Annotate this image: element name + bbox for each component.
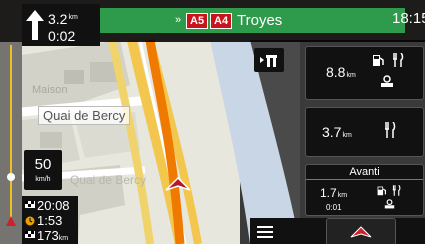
map-label-street: Quai de Bercy xyxy=(38,106,131,125)
speed-limit-value: 50 xyxy=(34,156,52,173)
restaurant-icon xyxy=(392,185,401,196)
highway-exit-button[interactable] xyxy=(254,48,284,72)
trip-info-panel[interactable]: 20:08 1:53 173km xyxy=(22,196,78,244)
next-turn-time: 0:02 xyxy=(48,28,76,44)
poi-distance: 3.7km xyxy=(322,124,352,140)
road-shield-a5: A5 xyxy=(186,13,209,29)
speed-limit-unit: km/h xyxy=(35,176,51,183)
map-view-toggle-button[interactable] xyxy=(326,218,396,244)
clock-icon xyxy=(25,216,35,226)
direction-chevron: » xyxy=(175,14,182,26)
map-label-street-faded: Quai de Bercy xyxy=(70,173,147,187)
remaining-time-row: 1:53 xyxy=(25,214,62,228)
menu-icon xyxy=(257,226,273,228)
restaurant-icon xyxy=(393,53,404,67)
next-turn-distance: 3.2km xyxy=(48,11,78,27)
distance-flag-icon xyxy=(25,231,35,238)
restaurant-icon xyxy=(385,122,396,138)
route-progress-line xyxy=(10,45,12,220)
navigation-screen: Quai de Bercy Quai de Bercy Maison » A5 … xyxy=(0,0,425,244)
arrival-time-row: 20:08 xyxy=(25,199,70,213)
highway-exit-icon xyxy=(260,55,277,67)
current-street-bar[interactable]: » A5 A4 Troyes xyxy=(100,8,405,33)
destination-marker-icon xyxy=(6,216,16,226)
map-label-place: Maison xyxy=(32,84,68,96)
next-turn-panel[interactable]: 3.2km 0:02 xyxy=(22,4,100,46)
car-service-icon xyxy=(381,75,393,87)
navigation-arrow-icon xyxy=(350,226,372,238)
speed-limit-sign: 50 km/h xyxy=(24,150,62,190)
fuel-icon xyxy=(377,186,387,196)
poi-panel-2[interactable]: 3.7km xyxy=(305,107,424,157)
remaining-distance-row: 173km xyxy=(25,229,68,244)
poi-panel-ahead[interactable]: Avanti 1.7km 0:01 xyxy=(305,164,424,216)
poi-distance: 8.8km xyxy=(326,64,356,80)
progress-position-marker xyxy=(7,173,15,181)
street-name: Troyes xyxy=(237,12,283,29)
road-shield-a4: A4 xyxy=(210,13,233,29)
arrival-flag-icon xyxy=(25,201,35,208)
poi-distance: 1.7km xyxy=(320,186,348,200)
car-service-icon xyxy=(384,199,395,209)
straight-up-arrow-icon xyxy=(26,10,44,40)
clock: 18:15 xyxy=(392,10,425,27)
menu-button[interactable] xyxy=(250,218,280,244)
fuel-icon xyxy=(373,55,384,66)
poi-time: 0:01 xyxy=(326,203,342,212)
ahead-header: Avanti xyxy=(306,166,423,180)
poi-panel-1[interactable]: 8.8km xyxy=(305,46,424,100)
